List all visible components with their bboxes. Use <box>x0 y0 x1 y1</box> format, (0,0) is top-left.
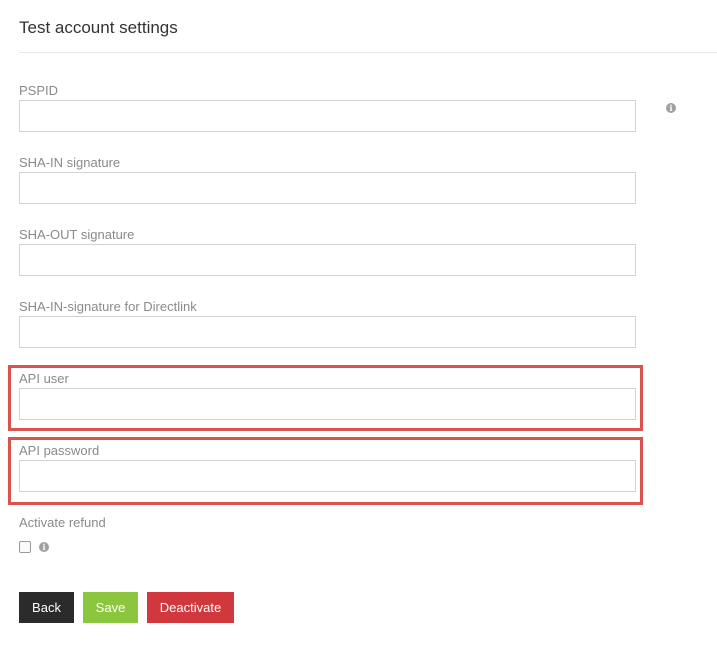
pspid-input[interactable] <box>19 100 636 132</box>
activate-refund-checkbox[interactable] <box>19 541 31 553</box>
save-button[interactable]: Save <box>83 592 138 623</box>
sha-in-signature-label: SHA-IN signature <box>19 155 121 170</box>
api-user-label: API user <box>19 371 69 386</box>
sha-in-directlink-label: SHA-IN-signature for Directlink <box>19 299 197 314</box>
page-title: Test account settings <box>19 18 178 37</box>
api-user-input[interactable] <box>19 388 636 420</box>
sha-in-directlink-input[interactable] <box>19 316 636 348</box>
deactivate-button[interactable]: Deactivate <box>147 592 234 623</box>
sha-out-signature-input[interactable] <box>19 244 636 276</box>
api-password-label: API password <box>19 443 100 458</box>
info-icon[interactable]: i <box>39 542 49 552</box>
sha-out-signature-label: SHA-OUT signature <box>19 227 135 242</box>
title-divider <box>19 52 717 53</box>
sha-in-signature-input[interactable] <box>19 172 636 204</box>
info-icon[interactable]: i <box>666 103 676 113</box>
api-password-input[interactable] <box>19 460 636 492</box>
back-button[interactable]: Back <box>19 592 74 623</box>
pspid-label: PSPID <box>19 83 59 98</box>
activate-refund-label: Activate refund <box>19 515 106 530</box>
